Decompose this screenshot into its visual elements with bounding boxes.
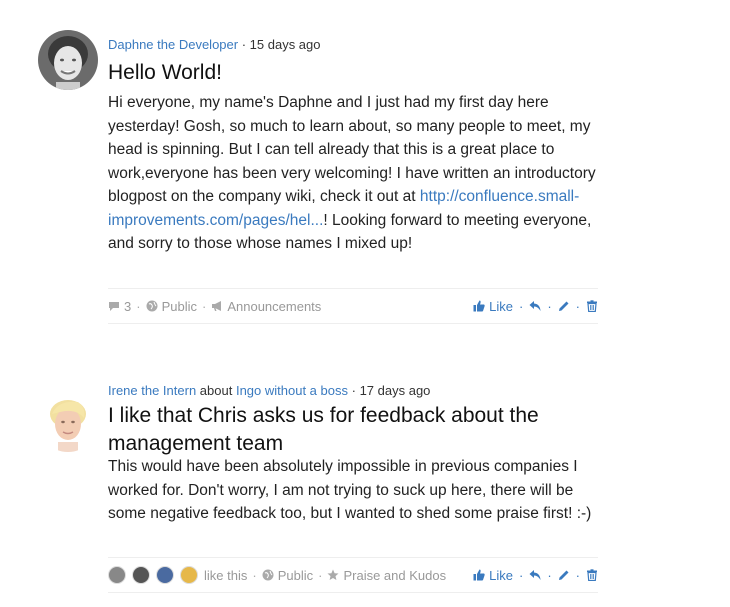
post-actions: Like · · · [473, 568, 598, 583]
visibility: Public [262, 568, 313, 583]
separator: · [575, 567, 580, 583]
post-title: I like that Chris asks us for feedback a… [108, 404, 539, 455]
author-link[interactable]: Daphne the Developer [108, 37, 238, 52]
liker-avatar[interactable] [156, 566, 174, 584]
category-label: Announcements [227, 298, 322, 314]
like-button[interactable]: Like [473, 568, 513, 583]
reply-icon[interactable] [529, 300, 541, 312]
post-time: · 17 days ago [351, 383, 431, 398]
category-label: Praise and Kudos [343, 567, 447, 583]
trash-icon[interactable] [586, 569, 598, 581]
post-title: Hello World! [108, 61, 222, 84]
comments-number: 3 [124, 298, 132, 314]
liker-avatar[interactable] [180, 566, 198, 584]
separator: · [547, 567, 552, 583]
like-label: Like [489, 567, 513, 583]
avatar-irene[interactable] [38, 392, 98, 452]
post-2: Irene the Intern about Ingo without a bo… [0, 370, 730, 607]
liker-avatar[interactable] [132, 566, 150, 584]
post-body: This would have been absolutely impossib… [108, 458, 592, 522]
visibility-label: Public [161, 298, 197, 314]
star-icon [327, 569, 339, 580]
comments-count[interactable]: 3 [108, 299, 131, 314]
like-button[interactable]: Like [473, 299, 513, 314]
pencil-icon[interactable] [558, 300, 570, 312]
about-word: about [199, 383, 233, 398]
likes-text: like this [204, 567, 248, 583]
separator: · [575, 298, 580, 314]
visibility: Public [146, 299, 197, 314]
post-time: · 15 days ago [241, 37, 321, 52]
megaphone-icon [212, 301, 222, 311]
globe-icon [146, 300, 158, 312]
separator: · [518, 567, 524, 583]
visibility-label: Public [277, 567, 314, 583]
post-footer: like this · Public · Praise and Kudos Li… [108, 557, 598, 593]
separator: · [202, 298, 207, 314]
comment-icon [109, 302, 119, 311]
post-body: Hi everyone, my name's Daphne and I just… [108, 91, 598, 256]
post-meta: Irene the Intern about Ingo without a bo… [108, 383, 430, 398]
separator: · [252, 567, 257, 583]
post-footer: 3 · Public · Announcements Like · · · [108, 288, 598, 324]
thumbs-up-icon [473, 300, 485, 312]
post-1: Daphne the Developer · 15 days ago Hello… [0, 0, 730, 330]
like-label: Like [489, 298, 513, 314]
trash-icon[interactable] [586, 300, 598, 312]
separator: · [318, 567, 323, 583]
post-actions: Like · · · [473, 299, 598, 314]
reply-icon[interactable] [529, 569, 541, 581]
separator: · [547, 298, 552, 314]
thumbs-up-icon [473, 569, 485, 581]
avatar-daphne[interactable] [38, 30, 98, 90]
liker-avatar[interactable] [108, 566, 126, 584]
category[interactable]: Praise and Kudos [327, 568, 446, 583]
globe-icon [262, 569, 274, 581]
separator: · [518, 298, 524, 314]
category[interactable]: Announcements [211, 299, 321, 314]
likers[interactable]: like this [108, 566, 247, 584]
separator: · [136, 298, 141, 314]
author-link[interactable]: Irene the Intern [108, 383, 196, 398]
about-target-link[interactable]: Ingo without a boss [236, 383, 348, 398]
post-meta: Daphne the Developer · 15 days ago [108, 37, 321, 52]
pencil-icon[interactable] [558, 569, 570, 581]
